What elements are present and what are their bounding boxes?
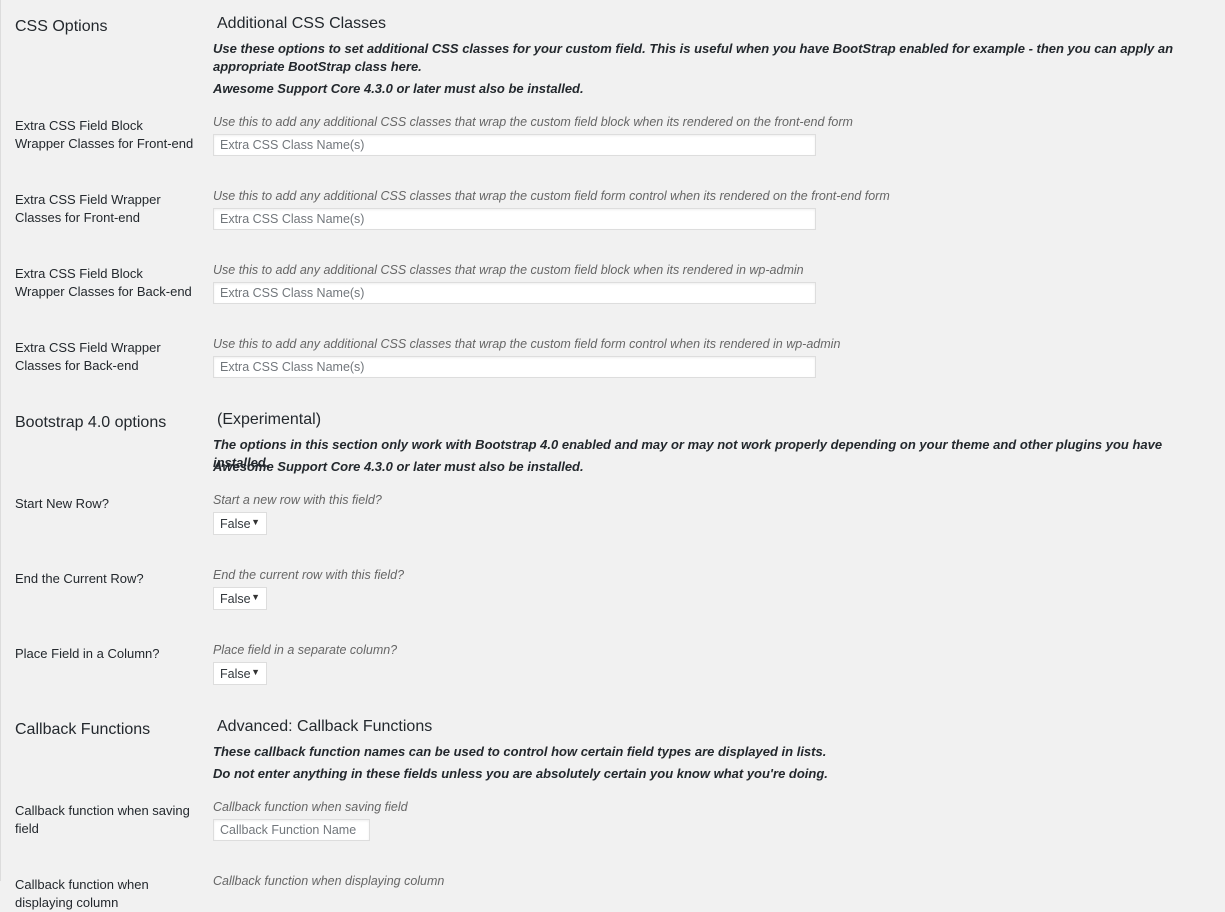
desc-css-block-frontend: Use this to add any additional CSS class…	[213, 115, 853, 129]
dropdown-arrow-icon: ▼	[251, 592, 260, 602]
end-current-row-select[interactable]: False ▼	[213, 587, 267, 610]
desc-callback-saving: Callback function when saving field	[213, 800, 408, 814]
css-wrapper-frontend-input[interactable]	[213, 208, 816, 230]
desc-css-block-backend: Use this to add any additional CSS class…	[213, 263, 804, 277]
callback-functions-warning: Do not enter anything in these fields un…	[213, 766, 828, 781]
label-callback-saving: Callback function when saving field	[15, 803, 190, 836]
desc-end-current-row: End the current row with this field?	[213, 568, 405, 582]
css-options-heading: Additional CSS Classes	[217, 15, 386, 32]
start-new-row-value: False	[220, 516, 251, 531]
callback-functions-note: These callback function names can be use…	[213, 744, 827, 759]
place-in-column-select[interactable]: False ▼	[213, 662, 267, 685]
page-left-border	[0, 0, 1, 881]
label-css-block-backend: Extra CSS Field Block Wrapper Classes fo…	[15, 266, 192, 299]
callback-functions-heading: Advanced: Callback Functions	[217, 718, 433, 735]
css-options-title: CSS Options	[15, 18, 108, 35]
place-in-column-value: False	[220, 666, 251, 681]
label-css-block-frontend: Extra CSS Field Block Wrapper Classes fo…	[15, 118, 194, 151]
bootstrap-options-title: Bootstrap 4.0 options	[15, 414, 167, 431]
label-css-wrapper-frontend: Extra CSS Field Wrapper Classes for Fron…	[15, 192, 161, 225]
dropdown-arrow-icon: ▼	[251, 517, 260, 527]
bootstrap-options-requirement: Awesome Support Core 4.3.0 or later must…	[213, 459, 584, 474]
css-wrapper-backend-input[interactable]	[213, 356, 816, 378]
callback-functions-title: Callback Functions	[15, 721, 151, 738]
css-block-frontend-input[interactable]	[213, 134, 816, 156]
css-options-note: Use these options to set additional CSS …	[213, 41, 1174, 74]
desc-css-wrapper-backend: Use this to add any additional CSS class…	[213, 337, 841, 351]
desc-css-wrapper-frontend: Use this to add any additional CSS class…	[213, 189, 890, 203]
label-callback-displaying: Callback function when displaying column	[15, 877, 149, 910]
callback-saving-input[interactable]	[213, 819, 370, 841]
dropdown-arrow-icon: ▼	[251, 667, 260, 677]
desc-callback-displaying: Callback function when displaying column	[213, 874, 445, 888]
css-options-requirement: Awesome Support Core 4.3.0 or later must…	[213, 81, 584, 96]
start-new-row-select[interactable]: False ▼	[213, 512, 267, 535]
desc-start-new-row: Start a new row with this field?	[213, 493, 382, 507]
desc-place-in-column: Place field in a separate column?	[213, 643, 398, 657]
css-block-backend-input[interactable]	[213, 282, 816, 304]
bootstrap-options-heading: (Experimental)	[217, 411, 322, 428]
label-place-in-column: Place Field in a Column?	[15, 646, 160, 661]
label-css-wrapper-backend: Extra CSS Field Wrapper Classes for Back…	[15, 340, 161, 373]
end-current-row-value: False	[220, 591, 251, 606]
label-start-new-row: Start New Row?	[15, 496, 109, 511]
label-end-current-row: End the Current Row?	[15, 571, 144, 586]
